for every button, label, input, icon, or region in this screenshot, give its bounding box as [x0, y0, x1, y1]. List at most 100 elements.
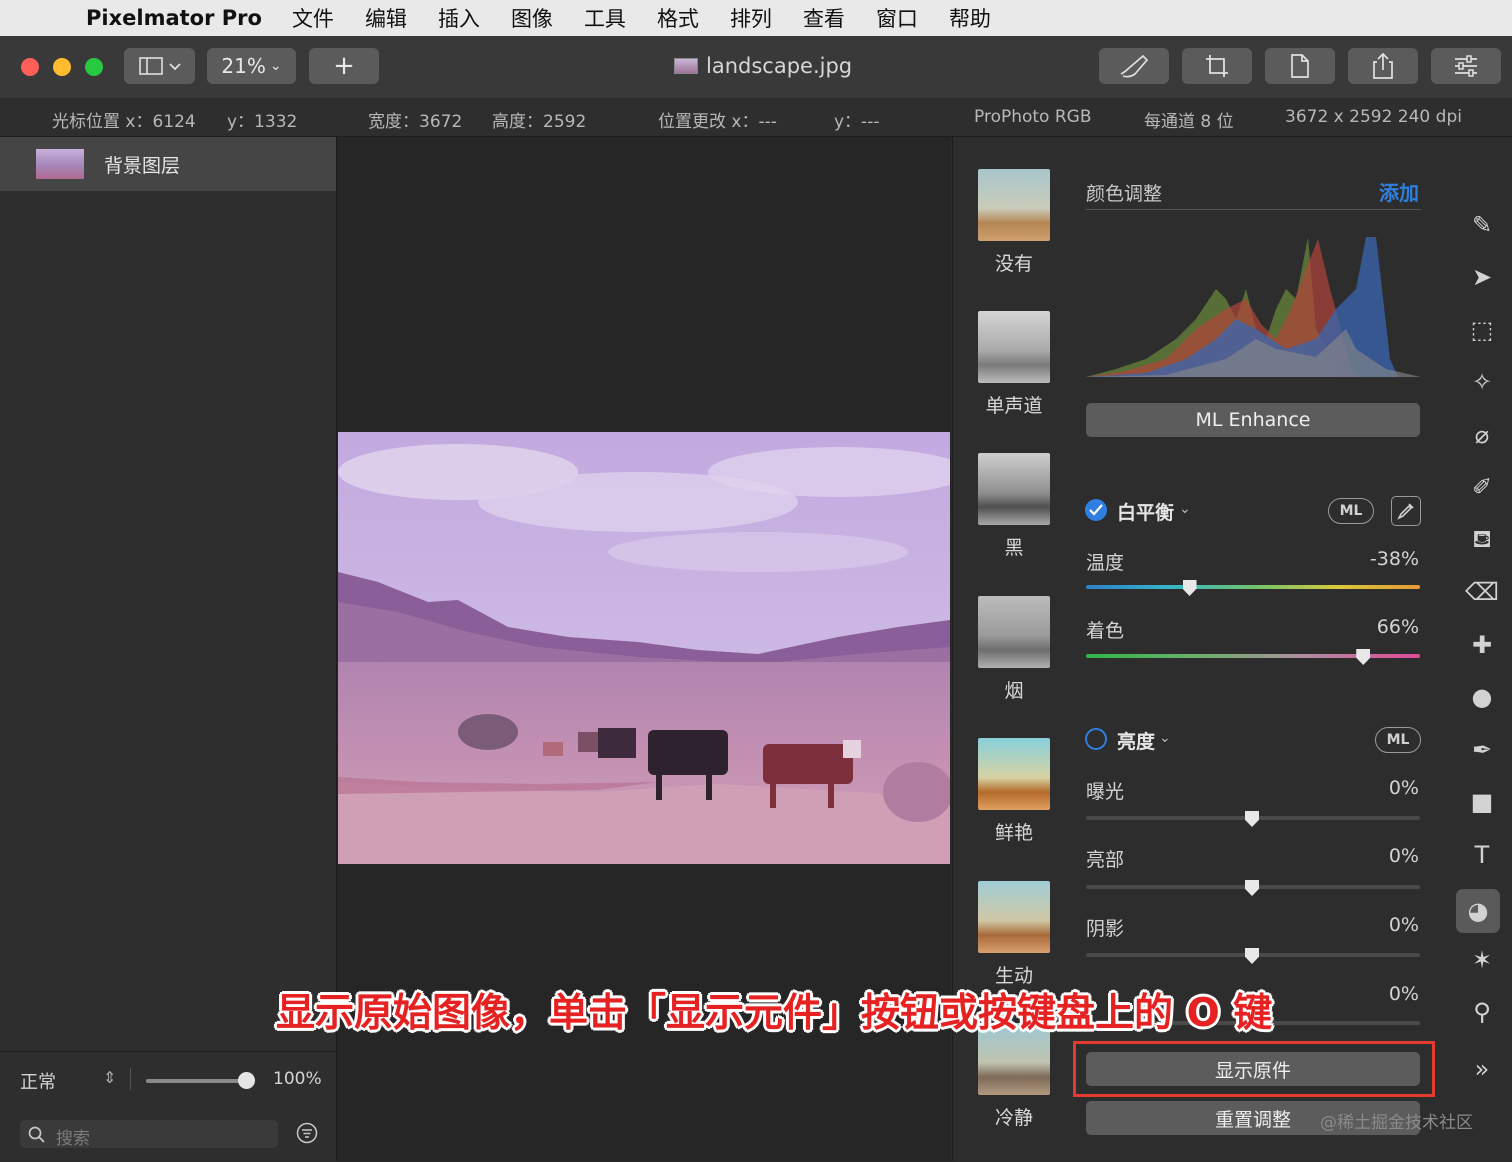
show-original-highlight-box	[1073, 1041, 1435, 1097]
effects-icon[interactable]: ✶	[1464, 942, 1500, 978]
menu-arrange[interactable]: 排列	[730, 3, 772, 33]
paint-bucket-icon[interactable]: ⛾	[1464, 522, 1500, 558]
text-tool-icon[interactable]: T	[1464, 837, 1500, 873]
menu-edit[interactable]: 编辑	[365, 3, 407, 33]
brush-stroke-icon	[1120, 54, 1149, 78]
menu-view[interactable]: 查看	[803, 3, 845, 33]
retouch-icon[interactable]: ⌀	[1464, 417, 1500, 453]
tools-sidebar: ✎ ➤ ⬚ ✧ ⌀ ✐ ⛾ ⌫ ✚ ● ✒ ■ T ◕ ✶ ⚲ »	[1452, 137, 1512, 1161]
blend-mode-select[interactable]: 正常	[20, 1068, 56, 1094]
minimize-window-button[interactable]	[53, 58, 71, 76]
menu-file[interactable]: 文件	[292, 3, 334, 33]
highlights-slider-knob[interactable]	[1245, 880, 1259, 896]
menu-app-name[interactable]: Pixelmator Pro	[86, 6, 262, 30]
layer-search-input[interactable]: 搜索	[20, 1120, 278, 1149]
color-adjust-icon[interactable]: ◕	[1456, 889, 1500, 933]
zoom-window-button[interactable]	[85, 58, 103, 76]
temperature-slider-track[interactable]	[1086, 585, 1420, 589]
preset-thumbnail-black[interactable]	[978, 453, 1050, 525]
info-bar: 光标位置 x：6124 y：1332 宽度：3672 高度：2592 位置更改 …	[0, 98, 1512, 137]
adjustments-toggle-button[interactable]	[1431, 48, 1501, 84]
menu-insert[interactable]: 插入	[438, 3, 480, 33]
chevron-down-icon[interactable]: ⌄	[1159, 730, 1171, 746]
menu-image[interactable]: 图像	[511, 3, 553, 33]
share-button[interactable]	[1348, 48, 1418, 84]
warp-icon[interactable]: ●	[1464, 679, 1500, 715]
brightness-checkbox[interactable]	[1085, 728, 1107, 750]
fourth-adjustment-value: 0%	[1388, 983, 1419, 1005]
zoom-value: 21%	[221, 54, 266, 78]
shadows-slider-knob[interactable]	[1245, 948, 1259, 964]
zoom-magnifier-icon[interactable]: ⚲	[1464, 994, 1500, 1030]
paint-brush-icon[interactable]: ✐	[1464, 469, 1500, 505]
eraser-icon[interactable]: ⌫	[1464, 574, 1500, 610]
format-button[interactable]	[1265, 48, 1335, 84]
layer-name: 背景图层	[104, 155, 181, 177]
preset-smoke-label[interactable]: 烟	[953, 676, 1075, 703]
layers-footer: 正常 ⇕ 100% 搜索	[0, 1051, 336, 1162]
bandage-icon[interactable]: ✚	[1464, 627, 1500, 663]
preset-mono-label[interactable]: 单声道	[953, 391, 1075, 418]
exposure-slider-knob[interactable]	[1245, 811, 1259, 827]
pen-tool-icon[interactable]: ✒	[1464, 732, 1500, 768]
opacity-value: 100%	[273, 1069, 322, 1089]
preset-none-label[interactable]: 没有	[953, 249, 1075, 276]
quick-selection-icon[interactable]: ✧	[1464, 364, 1500, 400]
temperature-slider-knob[interactable]	[1182, 580, 1197, 596]
preset-thumbnail-vivid[interactable]	[978, 738, 1050, 810]
preset-thumbnail-none[interactable]	[978, 169, 1050, 241]
landscape-photo[interactable]	[338, 432, 950, 864]
cursor-x: 光标位置 x：6124	[52, 112, 196, 132]
tint-slider-knob[interactable]	[1356, 649, 1371, 665]
white-balance-title[interactable]: 白平衡	[1117, 498, 1174, 525]
arrange-pointer-icon[interactable]: ➤	[1464, 259, 1500, 295]
style-tool-icon[interactable]: ✎	[1464, 207, 1500, 243]
zoom-dropdown[interactable]: 21% ⌄	[207, 48, 296, 84]
add-adjustment-link[interactable]: 添加	[1379, 177, 1419, 206]
eyedropper-button[interactable]	[1391, 496, 1421, 526]
plus-icon: +	[333, 51, 355, 81]
menu-window[interactable]: 窗口	[876, 3, 918, 33]
tutorial-caption: 显示原始图像，单击「显示元件」按钮或按键盘上的 O 键	[276, 991, 1273, 1036]
cursor-y: y：1332	[227, 112, 298, 132]
paint-tool-button[interactable]	[1099, 48, 1169, 84]
preset-black-label[interactable]: 黑	[953, 533, 1075, 560]
preset-calm-label[interactable]: 冷静	[953, 1103, 1075, 1130]
temperature-value: -38%	[1369, 548, 1419, 570]
layer-item[interactable]: 背景图层	[0, 137, 336, 191]
shape-square-icon[interactable]: ■	[1464, 784, 1500, 820]
menu-help[interactable]: 帮助	[949, 3, 991, 33]
sidebar-toggle-button[interactable]	[124, 48, 195, 84]
close-window-button[interactable]	[21, 58, 39, 76]
highlights-label: 亮部	[1086, 849, 1125, 871]
white-balance-checkbox[interactable]	[1085, 499, 1107, 521]
filter-icon[interactable]	[296, 1122, 318, 1144]
sliders-icon	[1455, 55, 1477, 77]
chevron-down-icon[interactable]: ⌄	[1179, 501, 1191, 517]
menu-tools[interactable]: 工具	[584, 3, 626, 33]
opacity-slider-track[interactable]	[146, 1079, 246, 1083]
up-down-chevron-icon[interactable]: ⇕	[103, 1068, 116, 1087]
document-title-text: landscape.jpg	[706, 54, 853, 78]
search-icon	[28, 1126, 45, 1143]
temperature-label: 温度	[1086, 552, 1125, 574]
preset-thumbnail-lively[interactable]	[978, 881, 1050, 953]
brightness-title[interactable]: 亮度	[1117, 727, 1155, 754]
preset-thumbnail-mono[interactable]	[978, 311, 1050, 383]
ml-enhance-button[interactable]: ML Enhance	[1086, 403, 1420, 437]
brightness-ml-button[interactable]: ML	[1375, 727, 1421, 753]
exposure-label: 曝光	[1086, 781, 1125, 803]
menu-format[interactable]: 格式	[657, 3, 699, 33]
position-change-x: 位置更改 x：---	[658, 112, 777, 132]
add-button[interactable]: +	[309, 48, 379, 84]
more-tools-icon[interactable]: »	[1464, 1051, 1500, 1087]
preset-thumbnail-smoke[interactable]	[978, 596, 1050, 668]
opacity-slider-knob[interactable]	[238, 1072, 255, 1089]
image-height: 高度：2592	[492, 112, 587, 132]
white-balance-ml-button[interactable]: ML	[1328, 498, 1374, 524]
crop-button[interactable]	[1182, 48, 1252, 84]
selection-rect-icon[interactable]: ⬚	[1464, 312, 1500, 348]
preset-vivid-label[interactable]: 鲜艳	[953, 818, 1075, 845]
shadows-value: 0%	[1388, 914, 1419, 936]
image-dimensions: 3672 x 2592 240 dpi	[1285, 107, 1462, 127]
